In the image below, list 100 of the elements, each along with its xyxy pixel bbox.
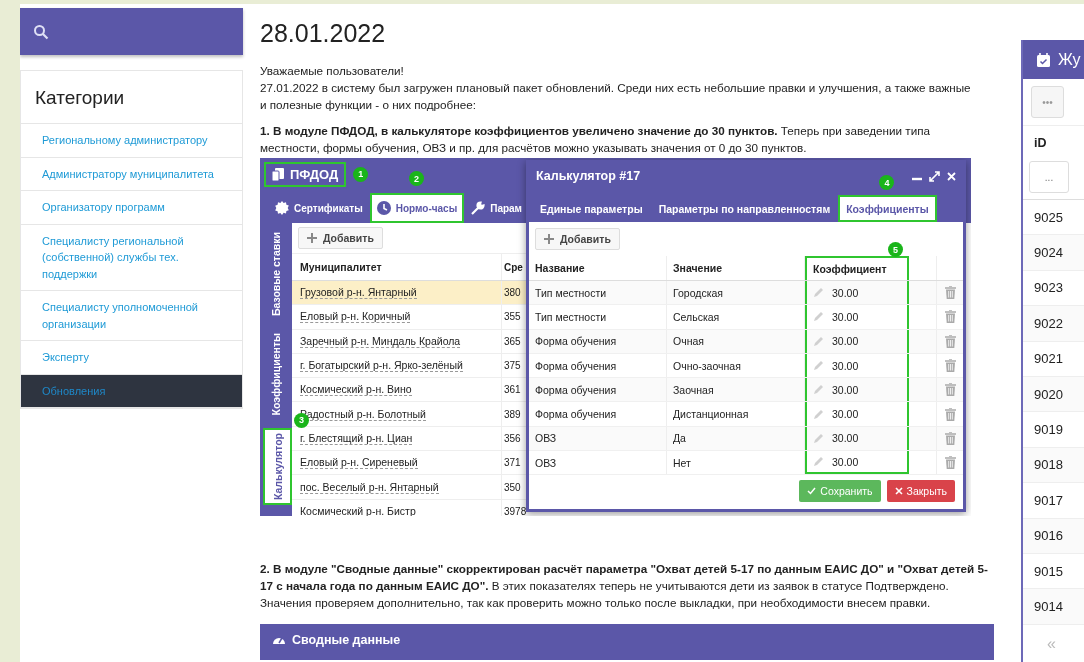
coefficient-value: 30.00 — [832, 432, 859, 445]
table-cell: Тип местности — [529, 305, 667, 329]
table-row[interactable]: Грузовой р-н. Янтарный 380 — [292, 281, 526, 306]
plus-icon — [544, 234, 554, 244]
table-cell: Нет — [667, 451, 805, 475]
update-paragraph: 1. В модуле ПФДОД, в калькуляторе коэффициентов увеличено значение до 30 пунктов. Теперь при заведении типа местности, формы обучения, ОВЗ и пр. для расчётов можно указывать значения от 0 до 30 пунктов. — [260, 123, 932, 156]
category-link[interactable]: Специалисту региональной (собственной) службы тех. поддержки — [21, 224, 242, 291]
table-cell: Форма обучения — [529, 329, 667, 353]
table-row[interactable]: г. Богатырский р-н. Ярко-зелёный 375 — [292, 353, 526, 379]
table-cell-text: г. Блестящий р-н. Циан — [299, 430, 414, 447]
table-cell-text: Заречный р-н. Миндаль Крайола — [299, 333, 462, 350]
trash-icon[interactable] — [944, 431, 956, 445]
table-cell: 9024 — [1023, 235, 1084, 271]
callout-badge: 1 — [353, 166, 369, 182]
coefficient-value: 30.00 — [832, 359, 859, 372]
table-cell: 9014 — [1023, 589, 1084, 625]
table-cell-text: Грузовой р-н. Янтарный — [299, 285, 418, 302]
greeting-text: Уважаемые пользователи! — [260, 63, 405, 79]
table-cell-text: Космический р-н. Вино — [299, 382, 413, 399]
close-icon[interactable] — [947, 171, 956, 181]
categories-title: Категории — [21, 71, 242, 124]
table-cell: Форма обучения — [529, 353, 667, 378]
column-header: Название — [529, 256, 667, 280]
table-cell: 9019 — [1023, 412, 1084, 448]
coefficient-value: 30.00 — [832, 286, 859, 299]
category-link[interactable]: Специалисту уполномоченной организации — [21, 291, 242, 341]
dialog-tab[interactable]: Единые параметры — [532, 195, 651, 222]
table-row[interactable]: Еловый р-н. Коричный 355 — [292, 305, 526, 330]
dialog-tab[interactable]: Параметры по направленностям — [650, 195, 839, 222]
add-button[interactable]: Добавить — [535, 228, 620, 250]
table-cell: Форма обучения — [529, 378, 667, 402]
table-row[interactable]: пос. Веселый р-н. Янтарный 350 — [292, 475, 526, 500]
coefficient-value: 30.00 — [832, 383, 859, 396]
table-row[interactable]: Еловый р-н. Сиреневый 371 — [292, 451, 526, 476]
table-cell: 9022 — [1023, 306, 1084, 342]
pencil-icon[interactable] — [813, 335, 824, 347]
table-cell: 9017 — [1023, 483, 1084, 519]
table-cell-text: пос. Веселый р-н. Янтарный — [299, 479, 440, 496]
pencil-icon[interactable] — [813, 287, 824, 299]
table-cell-text: г. Богатырский р-н. Ярко-зелёный — [299, 358, 464, 375]
filter-field[interactable]: ... — [1029, 161, 1069, 193]
trash-icon[interactable] — [944, 310, 956, 324]
category-link[interactable]: Обновления — [21, 374, 242, 408]
category-link[interactable]: Администратору муниципалитета — [21, 157, 242, 191]
seal-icon — [275, 201, 289, 215]
side-tab[interactable]: Калькулятор — [263, 427, 292, 505]
trash-icon[interactable] — [944, 383, 956, 397]
trash-icon[interactable] — [944, 407, 956, 421]
table-cell: Сельская — [667, 305, 805, 329]
table-cell: Дистанционная — [667, 402, 805, 426]
category-link[interactable]: Эксперту — [21, 341, 242, 375]
update-paragraph: 2. В модуле "Сводные данные" скорректирован расчёт параметра "Охват детей 5-17 по данным ЕАИС ДО" и "Охват детей 5-17 с начала года по данным ЕАИС ДО". В этих показателях теперь не учитываются дети из заявок в статусе Подтверждено. Значения проверяем дополнительно, так как проверить можно только после выкладки, при необходимости внесем правки. — [260, 561, 989, 611]
table-cell-text: Еловый р-н. Сиреневый — [299, 455, 419, 472]
table-cell: Очно-заочная — [667, 353, 805, 378]
column-header: Муниципалитет — [299, 260, 383, 275]
coefficient-value: 30.00 — [832, 408, 859, 421]
panel-title: Сводные данные — [292, 633, 401, 647]
table-row[interactable]: Заречный р-н. Миндаль Крайола 365 — [292, 329, 526, 354]
trash-icon[interactable] — [944, 334, 956, 348]
coefficient-value: 30.00 — [832, 310, 859, 323]
intro-paragraph: 27.01.2022 в систему был загружен плановый пакет обновлений. Среди них есть небольшие правки и улучшения, а также важные и полезные функции - о них подробнее: — [260, 80, 972, 113]
wrench-icon — [471, 201, 486, 215]
callout-badge: 2 — [408, 171, 424, 186]
table-cell: ОВЗ — [529, 426, 667, 451]
check-icon — [807, 487, 817, 496]
category-link[interactable]: Региональному администратору — [21, 124, 242, 158]
column-header: iD — [1033, 136, 1048, 152]
clock-icon — [376, 201, 391, 215]
pencil-icon[interactable] — [813, 384, 824, 396]
panel-title: Жу — [1058, 50, 1081, 69]
pencil-icon[interactable] — [813, 311, 824, 323]
close-icon — [894, 487, 903, 496]
calendar-check-icon — [1037, 52, 1050, 67]
pencil-icon[interactable] — [813, 408, 824, 420]
table-cell: Городская — [667, 281, 805, 305]
close-button[interactable]: Закрыть — [886, 480, 955, 503]
trash-icon[interactable] — [944, 456, 956, 470]
table-cell: Заочная — [667, 378, 805, 402]
trash-icon[interactable] — [944, 286, 956, 300]
side-tab[interactable]: Коэффициенты — [260, 328, 292, 421]
side-tab[interactable]: Базовые ставки — [260, 227, 292, 322]
table-cell: 9020 — [1023, 376, 1084, 413]
app-tab[interactable]: Сертификаты — [268, 193, 370, 223]
callout-badge: 4 — [879, 175, 895, 190]
category-link[interactable]: Организатору программ — [21, 191, 242, 225]
pencil-icon[interactable] — [813, 360, 824, 372]
pencil-icon[interactable] — [813, 456, 824, 468]
app-tab[interactable]: Парам — [464, 193, 525, 223]
table-cell: Тип местности — [529, 281, 667, 305]
brand-icon — [272, 167, 284, 181]
table-cell: Да — [667, 426, 805, 451]
table-cell: 9021 — [1023, 341, 1084, 377]
article-date: 28.01.2022 — [260, 19, 387, 48]
expand-icon[interactable] — [929, 170, 940, 182]
table-row[interactable]: г. Блестящий р-н. Циан 356 — [292, 426, 526, 452]
coefficient-value: 30.00 — [832, 455, 859, 468]
table-row[interactable]: Космический р-н. Вино 361 — [292, 378, 526, 403]
add-button[interactable]: Добавить — [298, 227, 383, 249]
pencil-icon[interactable] — [813, 432, 824, 444]
trash-icon[interactable] — [944, 359, 956, 373]
